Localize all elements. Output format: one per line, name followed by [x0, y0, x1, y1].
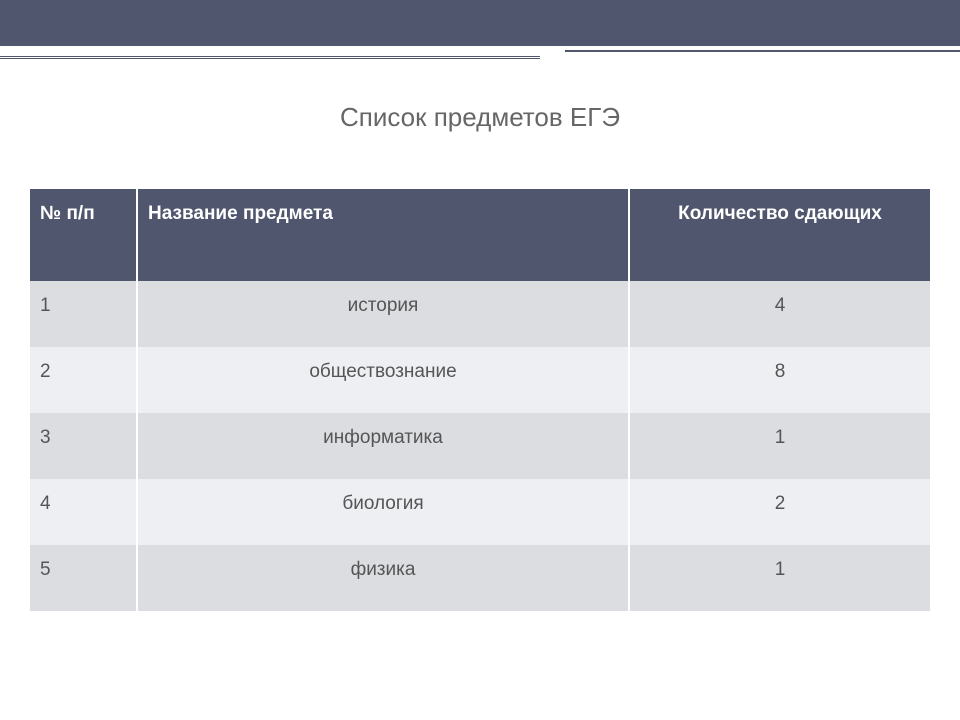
cell-name: физика — [137, 545, 629, 611]
cell-count: 8 — [629, 347, 930, 413]
cell-num: 2 — [30, 347, 137, 413]
table-row: 4 биология 2 — [30, 479, 930, 545]
header-bar — [0, 0, 960, 46]
cell-count: 1 — [629, 545, 930, 611]
cell-num: 5 — [30, 545, 137, 611]
col-header-count: Количество сдающих — [629, 189, 930, 281]
page-title: Список предметов ЕГЭ — [0, 102, 960, 133]
table-header-row: № п/п Название предмета Количество сдающ… — [30, 189, 930, 281]
table-row: 5 физика 1 — [30, 545, 930, 611]
cell-name: обществознание — [137, 347, 629, 413]
table-row: 1 история 4 — [30, 281, 930, 347]
cell-count: 4 — [629, 281, 930, 347]
table-row: 2 обществознание 8 — [30, 347, 930, 413]
cell-count: 1 — [629, 413, 930, 479]
cell-num: 4 — [30, 479, 137, 545]
divider-right — [565, 50, 960, 52]
cell-count: 2 — [629, 479, 930, 545]
cell-num: 1 — [30, 281, 137, 347]
divider-row — [0, 46, 960, 66]
cell-name: биология — [137, 479, 629, 545]
divider-left — [0, 56, 540, 59]
col-header-num: № п/п — [30, 189, 137, 281]
col-header-name: Название предмета — [137, 189, 629, 281]
table-row: 3 информатика 1 — [30, 413, 930, 479]
cell-name: информатика — [137, 413, 629, 479]
subjects-table: № п/п Название предмета Количество сдающ… — [30, 189, 930, 611]
cell-num: 3 — [30, 413, 137, 479]
cell-name: история — [137, 281, 629, 347]
